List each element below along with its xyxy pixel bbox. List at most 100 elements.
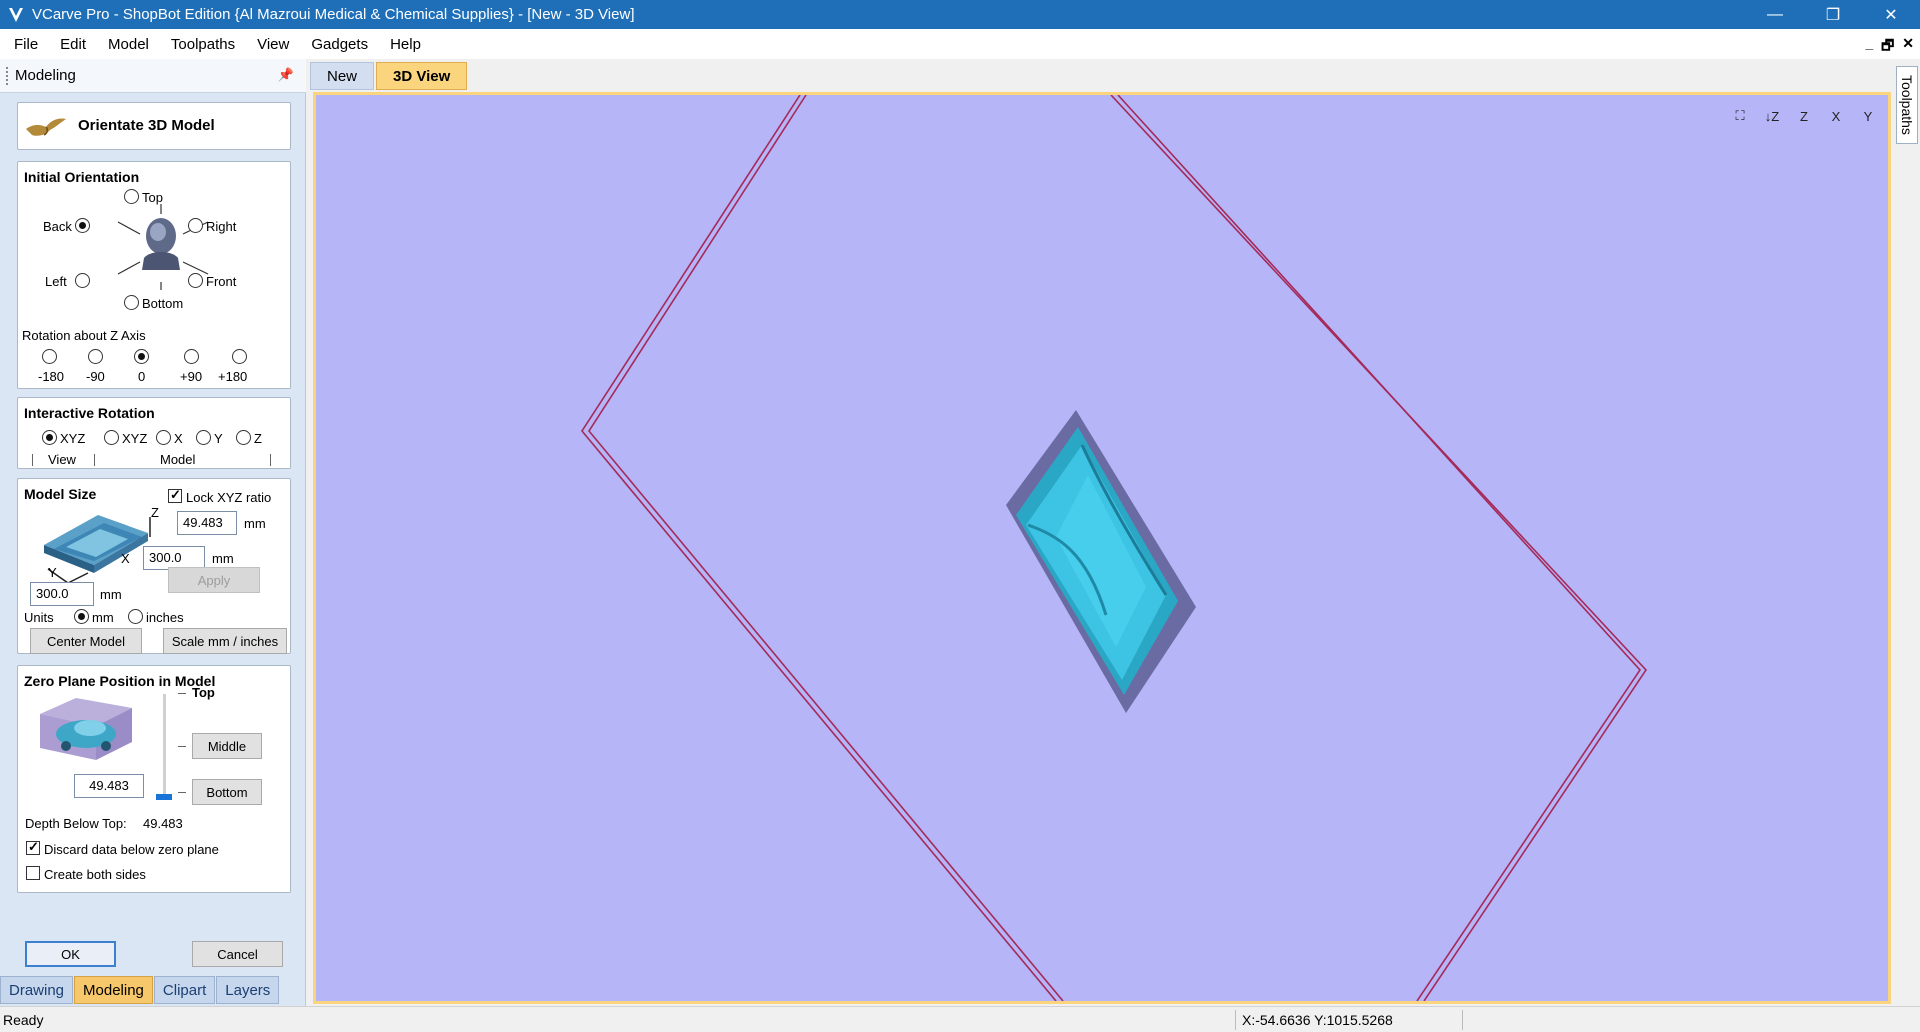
rotation-model-xyz-radio[interactable] <box>104 430 119 445</box>
model-group-label: Model <box>160 452 196 467</box>
orientation-left-label: Left <box>45 274 67 289</box>
initial-orientation-group: Initial Orientation Top Back Right Left … <box>17 161 291 389</box>
zoom-extents-icon[interactable]: ⛶ <box>1726 103 1754 129</box>
view-x-icon[interactable]: X <box>1822 103 1850 129</box>
rotation-model-y-radio[interactable] <box>196 430 211 445</box>
mdi-minimize-button[interactable]: _ <box>1865 35 1873 59</box>
cancel-button[interactable]: Cancel <box>192 941 283 967</box>
model-bracket-right <box>270 454 271 466</box>
create-both-sides-checkbox[interactable] <box>26 866 40 880</box>
orientation-top-label: Top <box>142 190 163 205</box>
3d-viewport[interactable]: ⛶ ↓Z Z X Y <box>313 92 1891 1004</box>
orientation-front-radio[interactable] <box>188 273 203 288</box>
rotation-0-radio[interactable] <box>134 349 149 364</box>
panel-tabs: Drawing Modeling Clipart Layers <box>0 976 280 1006</box>
rotation-minus90-radio[interactable] <box>88 349 103 364</box>
rotation-model-z-label: Z <box>254 431 262 446</box>
units-label: Units <box>24 610 54 625</box>
rotation-minus90-label: -90 <box>86 369 105 384</box>
menu-model[interactable]: Model <box>100 36 157 53</box>
apply-button[interactable]: Apply <box>168 567 260 593</box>
view-y-icon[interactable]: Y <box>1854 103 1882 129</box>
cursor-coordinates: X:-54.6636 Y:1015.5268 <box>1242 1012 1393 1028</box>
tab-drawing[interactable]: Drawing <box>0 976 74 1004</box>
top-tick <box>178 693 186 694</box>
interactive-rotation-title: Interactive Rotation <box>24 405 155 421</box>
view-group-label: View <box>48 452 76 467</box>
orientation-front-label: Front <box>206 274 237 289</box>
z-size-input[interactable]: 49.483 <box>177 511 237 535</box>
rotation-model-x-radio[interactable] <box>156 430 171 445</box>
orientation-left-radio[interactable] <box>75 273 90 288</box>
pin-icon[interactable]: 📌 <box>278 67 294 83</box>
status-separator <box>1235 1010 1236 1030</box>
menu-file[interactable]: File <box>6 36 46 53</box>
bottom-tick <box>178 792 186 793</box>
scale-units-button[interactable]: Scale mm / inches <box>163 628 287 654</box>
rotation-plus90-label: +90 <box>180 369 203 384</box>
mdi-close-button[interactable]: ✕ <box>1902 35 1914 59</box>
units-inches-label: inches <box>146 610 184 625</box>
ok-button[interactable]: OK <box>25 941 116 967</box>
window-controls: — ❐ ✕ <box>1746 0 1920 29</box>
panel-grip[interactable] <box>6 66 9 85</box>
y-unit-label: mm <box>100 587 122 602</box>
eagle-icon <box>26 118 66 136</box>
document-tabs: New 3D View <box>310 62 469 92</box>
orientation-back-radio[interactable] <box>75 218 90 233</box>
model-bracket-left <box>94 454 95 466</box>
z-unit-label: mm <box>244 516 266 531</box>
rotation-plus180-radio[interactable] <box>232 349 247 364</box>
zero-plane-top-label: Top <box>192 685 215 700</box>
form-header: Orientate 3D Model <box>17 102 291 150</box>
menu-help[interactable]: Help <box>382 36 429 53</box>
orientation-bottom-radio[interactable] <box>124 295 139 310</box>
units-mm-radio[interactable] <box>74 609 89 624</box>
rotation-minus180-label: -180 <box>38 369 65 384</box>
zero-plane-middle-button[interactable]: Middle <box>192 733 262 759</box>
scene-canvas[interactable] <box>316 95 1888 1001</box>
discard-below-checkbox[interactable] <box>26 839 40 855</box>
menu-edit[interactable]: Edit <box>52 36 94 53</box>
initial-orientation-title: Initial Orientation <box>24 169 140 185</box>
center-model-button[interactable]: Center Model <box>30 628 142 654</box>
menu-gadgets[interactable]: Gadgets <box>303 36 376 53</box>
rotation-model-xyz-label: XYZ <box>122 431 148 446</box>
zero-plane-slider-thumb[interactable] <box>156 794 172 800</box>
tab-layers[interactable]: Layers <box>216 976 280 1004</box>
window-title: VCarve Pro - ShopBot Edition {Al Mazroui… <box>32 6 635 23</box>
x-axis-label: X <box>121 551 130 566</box>
menu-view[interactable]: View <box>249 36 297 53</box>
bust-model-icon <box>142 218 180 270</box>
toolpaths-side-tab[interactable]: Toolpaths <box>1896 66 1918 144</box>
rotation-minus180-radio[interactable] <box>42 349 57 364</box>
rotation-0-label: 0 <box>138 369 146 384</box>
vcarve-app-icon[interactable] <box>6 5 26 25</box>
iso-view-icon[interactable]: ↓Z <box>1758 103 1786 129</box>
restore-button[interactable]: ❐ <box>1804 0 1862 29</box>
zero-plane-slider-track[interactable] <box>163 694 166 800</box>
menu-toolpaths[interactable]: Toolpaths <box>163 36 243 53</box>
zero-plane-bottom-button[interactable]: Bottom <box>192 779 262 805</box>
tab-clipart[interactable]: Clipart <box>153 976 216 1004</box>
rotation-model-z-radio[interactable] <box>236 430 251 445</box>
rotation-view-xyz-radio[interactable] <box>42 430 57 445</box>
tab-3d-view[interactable]: 3D View <box>376 62 468 90</box>
orientation-right-radio[interactable] <box>188 218 203 233</box>
panel-title: Modeling <box>15 67 76 84</box>
tab-modeling[interactable]: Modeling <box>74 976 153 1004</box>
units-inches-radio[interactable] <box>128 609 143 624</box>
y-size-input[interactable]: 300.0 <box>30 582 94 606</box>
view-z-icon[interactable]: Z <box>1790 103 1818 129</box>
rotation-plus90-radio[interactable] <box>184 349 199 364</box>
lock-ratio-checkbox[interactable] <box>168 487 182 503</box>
mdi-restore-button[interactable]: 🗗 <box>1881 35 1894 59</box>
view-toolbar: ⛶ ↓Z Z X Y <box>1726 103 1882 129</box>
tab-new[interactable]: New <box>310 62 375 90</box>
orientation-top-radio[interactable] <box>124 189 139 204</box>
view-bracket-left <box>32 454 33 466</box>
title-bar: VCarve Pro - ShopBot Edition {Al Mazroui… <box>0 0 1920 29</box>
close-button[interactable]: ✕ <box>1862 0 1920 29</box>
minimize-button[interactable]: — <box>1746 0 1804 29</box>
zero-plane-value-input[interactable]: 49.483 <box>74 774 144 798</box>
